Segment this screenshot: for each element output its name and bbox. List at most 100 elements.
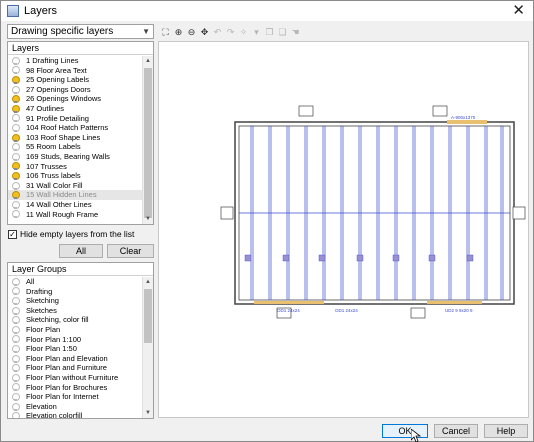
layer-group-item[interactable]: Floor Plan without Furniture xyxy=(8,373,142,383)
layer-groups-list[interactable]: Layer Groups All Drafting Sketching Sketche… xyxy=(7,262,154,419)
undo-view-icon[interactable]: ↶ xyxy=(212,27,223,38)
bulb-on-icon[interactable] xyxy=(12,95,20,104)
bulb-off-icon[interactable] xyxy=(12,66,20,75)
layer-item[interactable]: 27 Openings Doors xyxy=(8,85,142,95)
layer-item-label: 27 Openings Doors xyxy=(26,84,91,94)
layer-item-label: 106 Truss labels xyxy=(26,171,81,181)
hide-empty-layers-row[interactable]: ✓ Hide empty layers from the list xyxy=(8,229,134,239)
layer-group-label: All xyxy=(26,277,35,286)
layers-list-header: Layers xyxy=(8,42,153,55)
layer-item[interactable]: 107 Trusses xyxy=(8,162,142,172)
hide-empty-checkbox[interactable]: ✓ xyxy=(8,229,17,239)
paste-icon[interactable]: ❏ xyxy=(277,27,288,38)
layers-scrollbar[interactable]: ▲ ▼ xyxy=(142,56,153,224)
bulb-off-icon[interactable] xyxy=(12,85,20,94)
layer-group-item[interactable]: Floor Plan xyxy=(8,325,142,335)
layer-group-item[interactable]: Floor Plan and Furniture xyxy=(8,363,142,373)
zoom-out-icon[interactable]: ⊖ xyxy=(186,27,197,38)
truss-tags xyxy=(220,105,526,319)
zoom-in-icon[interactable]: ⊕ xyxy=(173,27,184,38)
zoom-extents-icon[interactable]: ⛶ xyxy=(160,27,171,38)
clear-button[interactable]: Clear xyxy=(107,244,154,258)
layer-item[interactable]: 169 Studs, Bearing Walls xyxy=(8,152,142,162)
scroll-thumb[interactable] xyxy=(144,68,152,218)
copy-icon[interactable]: ❐ xyxy=(264,27,275,38)
layer-item[interactable]: 91 Profile Detailing xyxy=(8,114,142,124)
bulb-off-icon xyxy=(12,402,20,411)
layer-group-item[interactable]: Floor Plan 1:100 xyxy=(8,335,142,345)
layers-list[interactable]: Layers 1 Drafting Lines 98 Floor Area Tex… xyxy=(7,41,154,225)
layer-group-label: Floor Plan and Furniture xyxy=(26,363,107,373)
close-icon[interactable]: ✕ xyxy=(512,3,525,18)
truss-marker xyxy=(318,254,326,262)
layer-item[interactable]: 11 Wall Rough Frame xyxy=(8,210,142,220)
bulb-off-icon[interactable] xyxy=(12,143,20,152)
bulb-off-icon[interactable] xyxy=(12,210,20,219)
bulb-off-icon xyxy=(12,287,20,296)
layer-group-item[interactable]: Elevation xyxy=(8,402,142,412)
layer-group-label: Sketches xyxy=(26,305,57,315)
layer-item[interactable]: 15 Wall Hidden Lines xyxy=(8,190,142,200)
layer-group-label: Drafting xyxy=(26,286,53,296)
bulb-on-icon[interactable] xyxy=(12,171,20,180)
layer-item[interactable]: 104 Roof Hatch Patterns xyxy=(8,123,142,133)
layer-item[interactable]: 103 Roof Shape Lines xyxy=(8,133,142,143)
scroll-up-icon[interactable]: ▲ xyxy=(143,56,153,66)
layer-item[interactable]: 1 Drafting Lines xyxy=(8,56,142,66)
bulb-off-icon[interactable] xyxy=(12,123,20,132)
layer-groups-items: All Drafting Sketching Sketches Sketching, c… xyxy=(8,277,142,418)
layer-item[interactable]: 98 Floor Area Text xyxy=(8,66,142,76)
layer-group-item[interactable]: Floor Plan and Elevation xyxy=(8,354,142,364)
layer-item[interactable]: 31 Wall Color Fill xyxy=(8,181,142,191)
layer-item[interactable]: 25 Opening Labels xyxy=(8,75,142,85)
layer-item[interactable]: 106 Truss labels xyxy=(8,171,142,181)
layer-group-label: Sketching, color fill xyxy=(26,315,89,325)
dropdown-icon[interactable]: ▾ xyxy=(251,27,262,38)
bulb-off-icon[interactable] xyxy=(12,200,20,209)
layer-group-item[interactable]: Sketches xyxy=(8,306,142,316)
layer-group-item[interactable]: Drafting xyxy=(8,287,142,297)
layer-group-item[interactable]: All xyxy=(8,277,142,287)
scroll-thumb[interactable] xyxy=(144,289,152,343)
bulb-on-icon[interactable] xyxy=(12,162,20,171)
cancel-button[interactable]: Cancel xyxy=(434,424,478,438)
bulb-on-icon[interactable] xyxy=(12,133,20,142)
bulb-off-icon[interactable] xyxy=(12,152,20,161)
layer-group-item[interactable]: Floor Plan for Brochures xyxy=(8,383,142,393)
layer-item[interactable]: 55 Room Labels xyxy=(8,142,142,152)
scroll-down-icon[interactable]: ▼ xyxy=(143,214,153,224)
bottom-mid-dim-label: OD1 24x24 xyxy=(335,308,358,313)
layer-item-label: 15 Wall Hidden Lines xyxy=(26,190,97,200)
select-icon[interactable]: ✧ xyxy=(238,27,249,38)
redo-view-icon[interactable]: ↷ xyxy=(225,27,236,38)
layer-group-item[interactable]: Elevation colorfill xyxy=(8,411,142,418)
layer-group-item[interactable]: Sketching xyxy=(8,296,142,306)
layer-set-dropdown[interactable]: Drawing specific layers ▼ xyxy=(7,24,154,39)
bulb-on-icon[interactable] xyxy=(12,104,20,113)
layer-item[interactable]: 14 Wall Other Lines xyxy=(8,200,142,210)
bulb-off-icon[interactable] xyxy=(12,114,20,123)
hand-icon[interactable]: ☚ xyxy=(290,27,301,38)
bulb-on-icon[interactable] xyxy=(12,75,20,84)
groups-scrollbar[interactable]: ▲ ▼ xyxy=(142,277,153,418)
preview-toolbar: ⛶ ⊕ ⊖ ✥ ↶ ↷ ✧ ▾ ❐ ❏ ☚ xyxy=(160,25,303,39)
layer-group-item[interactable]: Floor Plan 1:50 xyxy=(8,344,142,354)
bulb-off-icon xyxy=(12,354,20,363)
bulb-on-icon[interactable] xyxy=(12,191,20,200)
bulb-off-icon[interactable] xyxy=(12,56,20,65)
scroll-down-icon[interactable]: ▼ xyxy=(143,408,153,418)
layer-item-label: 91 Profile Detailing xyxy=(26,113,89,123)
help-button[interactable]: Help xyxy=(484,424,528,438)
ok-button[interactable]: OK xyxy=(382,424,428,438)
layer-item[interactable]: 47 Outlines xyxy=(8,104,142,114)
layer-group-item[interactable]: Sketching, color fill xyxy=(8,315,142,325)
drawing-preview[interactable]: A-900x1370 OD1 24x24 OD1 24x24 UD2 9 9x2… xyxy=(158,41,529,418)
layers-items: 1 Drafting Lines 98 Floor Area Text 25 Ope… xyxy=(8,56,142,224)
bulb-off-icon[interactable] xyxy=(12,181,20,190)
scroll-up-icon[interactable]: ▲ xyxy=(143,277,153,287)
pan-icon[interactable]: ✥ xyxy=(199,27,210,38)
layer-item[interactable]: 26 Openings Windows xyxy=(8,94,142,104)
layer-group-item[interactable]: Floor Plan for Internet xyxy=(8,392,142,402)
all-button[interactable]: All xyxy=(59,244,103,258)
bottom-left-dim-label: OD1 24x24 xyxy=(277,308,300,313)
